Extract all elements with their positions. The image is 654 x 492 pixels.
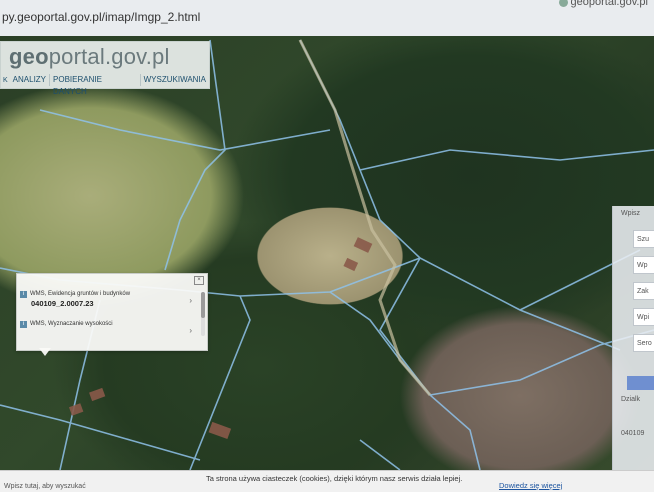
side-label-dzialk: Dzialk: [621, 396, 641, 403]
nav-analizy[interactable]: ANALIZY: [10, 74, 51, 86]
info-popup: × i WMS, Ewidencja gruntów i budynków 040…: [16, 273, 208, 356]
tab-title: geoportal.gov.pl: [570, 0, 648, 8]
popup-row-egib[interactable]: i WMS, Ewidencja gruntów i budynków 04010…: [20, 291, 200, 308]
nav-caret-icon[interactable]: K: [1, 77, 10, 84]
side-label-wpisz: Wpisz: [621, 210, 641, 217]
url-text[interactable]: py.geoportal.gov.pl/imap/Imgp_2.html: [2, 10, 200, 24]
side-search-button[interactable]: [627, 376, 654, 390]
popup-scrollbar[interactable]: [201, 292, 205, 336]
logo-rest: portal.gov.pl: [48, 44, 170, 69]
right-panel: Wpisz Szu Wp Zak Wpi Sero Dzialk 040109: [612, 206, 654, 470]
row-layer: WMS, Wyznaczanie wysokości: [30, 321, 113, 327]
nav-pobieranie-danych[interactable]: POBIERANIE DANYCH: [50, 74, 141, 96]
side-input-wpi[interactable]: Wpi: [633, 308, 654, 326]
side-input-szu[interactable]: Szu: [633, 230, 654, 248]
geoportal-header: geoportal.gov.pl K ANALIZY POBIERANIE DA…: [0, 41, 210, 96]
main-nav: K ANALIZY POBIERANIE DANYCH WYSZUKIWANIA: [1, 72, 209, 96]
row-value: 040109_2.0007.23: [31, 299, 94, 308]
side-result-040109[interactable]: 040109: [621, 430, 644, 437]
browser-tab[interactable]: geoportal.gov.pl: [558, 0, 648, 8]
parcel-boundaries: [0, 39, 654, 471]
side-input-wp[interactable]: Wp: [633, 256, 654, 274]
info-icon: i: [20, 321, 27, 328]
chevron-right-icon: ›: [189, 326, 192, 335]
taskbar-search[interactable]: Wpisz tutaj, aby wyszukać: [4, 483, 86, 490]
row-layer: WMS, Ewidencja gruntów i budynków: [30, 291, 131, 297]
address-bar[interactable]: py.geoportal.gov.pl/imap/Imgp_2.html geo…: [0, 0, 654, 37]
info-icon: i: [20, 291, 27, 298]
favicon-icon: [558, 0, 568, 7]
chevron-right-icon: ›: [189, 296, 192, 305]
popup-row-wysokosci[interactable]: i WMS, Wyznaczanie wysokości ›: [20, 321, 200, 335]
popup-tail: [39, 348, 51, 356]
cookie-message: Ta strona używa ciasteczek (cookies), dz…: [206, 474, 463, 483]
nav-wyszukiwania[interactable]: WYSZUKIWANIA: [141, 74, 209, 86]
satellite-map[interactable]: [0, 36, 654, 491]
close-icon[interactable]: ×: [194, 276, 204, 285]
scrollbar-thumb[interactable]: [201, 292, 205, 318]
side-select-sero[interactable]: Sero: [633, 334, 654, 352]
geoportal-logo[interactable]: geoportal.gov.pl: [9, 44, 170, 70]
logo-prefix: geo: [9, 44, 49, 69]
cookie-bar: Wpisz tutaj, aby wyszukać Ta strona używ…: [0, 470, 654, 492]
side-input-zak[interactable]: Zak: [633, 282, 654, 300]
cookie-more-link[interactable]: Dowiedz się więcej: [499, 481, 562, 490]
